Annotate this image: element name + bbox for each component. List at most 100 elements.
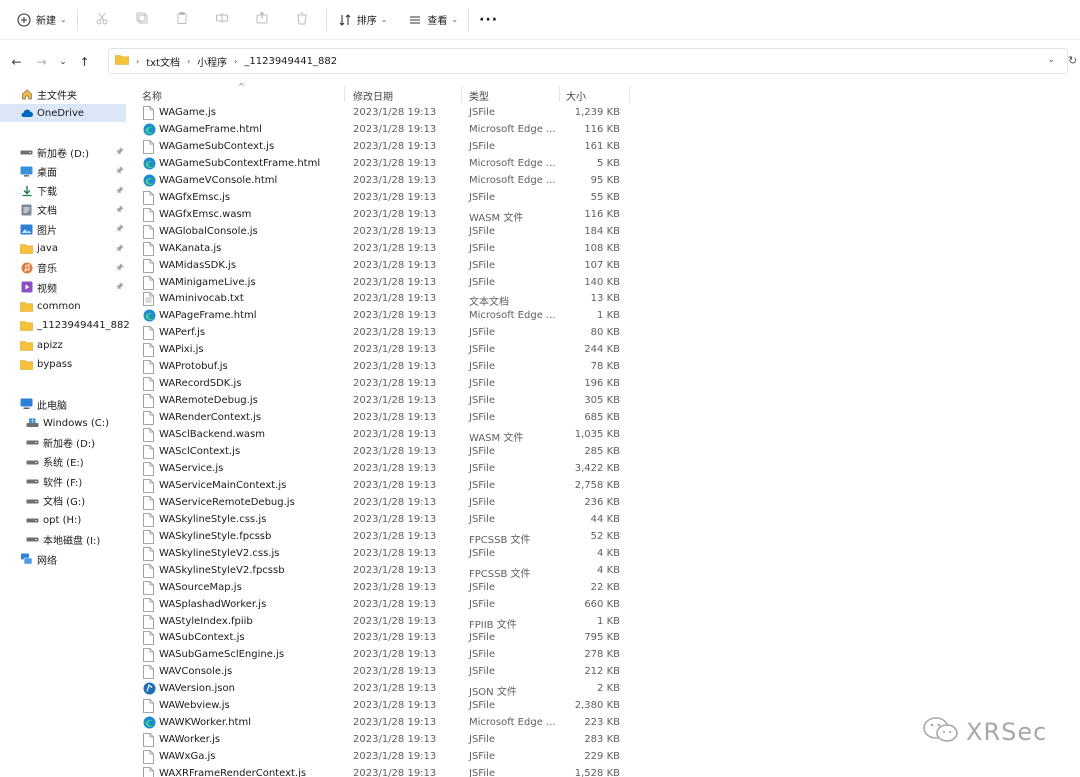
file-row[interactable]: WAServiceMainContext.js 2023/1/28 19:13 JS… — [132, 478, 632, 495]
view-button[interactable]: 查看 ⌄ — [401, 6, 464, 34]
sidebar-item[interactable]: 文档 📌 — [0, 201, 128, 219]
sidebar-item[interactable]: 下载 📌 — [0, 182, 128, 200]
file-row[interactable]: WASourceMap.js 2023/1/28 19:13 JSFile 22 KB — [132, 580, 632, 597]
file-row[interactable]: WAStyleIndex.fpiib 2023/1/28 19:13 FPIIB 文… — [132, 614, 632, 631]
breadcrumb-item[interactable]: 小程序 — [197, 54, 227, 69]
breadcrumb-item[interactable]: _1123949441_882 — [244, 56, 337, 67]
file-row[interactable]: WAWKWorker.html 2023/1/28 19:13 Microsoft … — [132, 715, 632, 732]
file-row[interactable]: WAGame.js 2023/1/28 19:13 JSFile 1,239 KB — [132, 105, 632, 122]
sidebar-item[interactable]: 系统 (E:) — [0, 453, 128, 471]
file-row[interactable]: WASkylineStyleV2.css.js 2023/1/28 19:13 JS… — [132, 546, 632, 563]
more-button[interactable]: ··· — [473, 6, 504, 34]
sidebar-item[interactable]: bypass — [0, 355, 128, 373]
up-button[interactable]: ↑ — [72, 50, 97, 74]
column-divider[interactable] — [461, 86, 462, 102]
paste-button[interactable] — [162, 6, 202, 34]
sidebar-item[interactable]: 图片 📌 — [0, 220, 128, 238]
file-row[interactable]: WAVConsole.js 2023/1/28 19:13 JSFile 212 KB — [132, 664, 632, 681]
file-row[interactable]: WAPageFrame.html 2023/1/28 19:13 Microsoft… — [132, 308, 632, 325]
sidebar-item[interactable]: 桌面 📌 — [0, 162, 128, 180]
file-row[interactable]: WAPixi.js 2023/1/28 19:13 JSFile 244 KB — [132, 342, 632, 359]
sidebar-item[interactable]: 软件 (F:) — [0, 472, 128, 490]
rename-button[interactable] — [202, 6, 242, 34]
file-row[interactable]: WAGfxEmsc.wasm 2023/1/28 19:13 WASM 文件 116 … — [132, 207, 632, 224]
delete-button[interactable] — [282, 6, 322, 34]
file-row[interactable]: WASkylineStyleV2.fpcssb 2023/1/28 19:13 FP… — [132, 563, 632, 580]
sidebar-item[interactable]: java 📌 — [0, 240, 128, 258]
sidebar-item[interactable]: opt (H:) — [0, 511, 128, 529]
file-modified-date: 2023/1/28 19:13 — [353, 429, 437, 441]
address-dropdown-icon[interactable]: ⌄ — [1047, 55, 1055, 65]
file-icon — [143, 699, 156, 714]
sidebar-item[interactable]: 新加卷 (D:) — [0, 433, 128, 451]
file-row[interactable]: WAMinigameLive.js 2023/1/28 19:13 JSFile 14… — [132, 275, 632, 292]
address-bar[interactable]: › txt文档 › 小程序 › _1123949441_882 ⌄ — [108, 48, 1068, 74]
column-header-type[interactable]: 类型 — [469, 88, 489, 103]
sidebar-item[interactable]: 视频 📌 — [0, 278, 128, 296]
recent-locations-button[interactable]: ⌄ — [54, 50, 72, 74]
sidebar-item[interactable]: 网络 — [0, 550, 128, 568]
file-row[interactable]: WAWxGa.js 2023/1/28 19:13 JSFile 229 KB — [132, 749, 632, 766]
file-row[interactable]: WARemoteDebug.js 2023/1/28 19:13 JSFile 305… — [132, 393, 632, 410]
file-row[interactable]: WAGlobalConsole.js 2023/1/28 19:13 JSFile 1… — [132, 224, 632, 241]
file-row[interactable]: WAGameVConsole.html 2023/1/28 19:13 Micros… — [132, 173, 632, 190]
file-size: 116 KB — [584, 208, 620, 220]
file-name: WASkylineStyleV2.fpcssb — [159, 564, 285, 576]
file-row[interactable]: WAGameSubContextFrame.html 2023/1/28 19:1… — [132, 156, 632, 173]
file-row[interactable]: WARecordSDK.js 2023/1/28 19:13 JSFile 196 K… — [132, 376, 632, 393]
file-row[interactable]: WASplashadWorker.js 2023/1/28 19:13 JSFile… — [132, 597, 632, 614]
refresh-icon[interactable]: ↻ — [1068, 54, 1077, 67]
sidebar-item[interactable]: OneDrive — [0, 104, 126, 122]
sidebar-item[interactable]: common — [0, 297, 128, 315]
file-row[interactable]: WASubGameSclEngine.js 2023/1/28 19:13 JSFi… — [132, 647, 632, 664]
file-row[interactable]: WAService.js 2023/1/28 19:13 JSFile 3,422 K… — [132, 461, 632, 478]
copy-button[interactable] — [122, 6, 162, 34]
cut-button[interactable] — [82, 6, 122, 34]
file-row[interactable]: WAKanata.js 2023/1/28 19:13 JSFile 108 KB — [132, 241, 632, 258]
pin-icon: 📌 — [115, 225, 124, 234]
file-row[interactable]: WAMidasSDK.js 2023/1/28 19:13 JSFile 107 KB — [132, 258, 632, 275]
file-row[interactable]: WAminivocab.txt 2023/1/28 19:13 文本文档 13 KB — [132, 291, 632, 308]
file-row[interactable]: WASubContext.js 2023/1/28 19:13 JSFile 795 … — [132, 630, 632, 647]
forward-button[interactable]: → — [29, 50, 54, 74]
file-row[interactable]: WAGfxEmsc.js 2023/1/28 19:13 JSFile 55 KB — [132, 190, 632, 207]
column-divider[interactable] — [629, 86, 630, 102]
file-row[interactable]: WAProtobuf.js 2023/1/28 19:13 JSFile 78 KB — [132, 359, 632, 376]
file-size: 196 KB — [584, 378, 620, 390]
file-row[interactable]: WAGameFrame.html 2023/1/28 19:13 Microsoft… — [132, 122, 632, 139]
sidebar-item[interactable]: 文档 (G:) — [0, 492, 128, 510]
sidebar-item[interactable]: 主文件夹 — [0, 85, 128, 103]
column-header-name[interactable]: 名称 — [142, 88, 162, 103]
file-row[interactable]: WASkylineStyle.fpcssb 2023/1/28 19:13 FPCS… — [132, 529, 632, 546]
new-button[interactable]: 新建 ⌄ — [10, 6, 73, 34]
back-button[interactable]: ← — [4, 50, 29, 74]
sidebar-item[interactable]: _1123949441_882 — [0, 317, 130, 335]
column-divider[interactable] — [344, 86, 345, 102]
sidebar-item[interactable]: Windows (C:) — [0, 414, 128, 432]
sidebar-item-label: 音乐 — [37, 264, 57, 276]
file-row[interactable]: WAWorker.js 2023/1/28 19:13 JSFile 283 KB — [132, 732, 632, 749]
file-icon — [143, 529, 156, 545]
sidebar-item[interactable]: 此电脑 — [0, 395, 128, 413]
file-row[interactable]: WASkylineStyle.css.js 2023/1/28 19:13 JSFi… — [132, 512, 632, 529]
file-row[interactable]: WASclBackend.wasm 2023/1/28 19:13 WASM 文件 1… — [132, 427, 632, 444]
file-row[interactable]: WAServiceRemoteDebug.js 2023/1/28 19:13 JS… — [132, 495, 632, 512]
share-button[interactable] — [242, 6, 282, 34]
sidebar-item[interactable]: 音乐 📌 — [0, 259, 128, 277]
sidebar-item[interactable]: 本地磁盘 (I:) — [0, 530, 128, 548]
column-header-size[interactable]: 大小 — [566, 88, 586, 103]
column-divider[interactable] — [559, 86, 560, 102]
file-row[interactable]: WASclContext.js 2023/1/28 19:13 JSFile 285 … — [132, 444, 632, 461]
sidebar-item[interactable]: 新加卷 (D:) 📌 — [0, 143, 128, 161]
file-row[interactable]: WAVersion.json 2023/1/28 19:13 JSON 文件 2 KB — [132, 681, 632, 698]
file-row[interactable]: WAXRFrameRenderContext.js 2023/1/28 19:13… — [132, 766, 632, 777]
file-row[interactable]: WAPerf.js 2023/1/28 19:13 JSFile 80 KB — [132, 325, 632, 342]
file-row[interactable]: WAGameSubContext.js 2023/1/28 19:13 JSFile… — [132, 139, 632, 156]
file-row[interactable]: WAWebview.js 2023/1/28 19:13 JSFile 2,380 K… — [132, 698, 632, 715]
column-header-date[interactable]: 修改日期 — [353, 88, 393, 103]
breadcrumb-item[interactable]: txt文档 — [146, 54, 180, 69]
sort-button[interactable]: 排序 ⌄ — [331, 6, 394, 34]
file-icon — [143, 750, 156, 765]
sidebar-item[interactable]: apizz — [0, 336, 128, 354]
file-row[interactable]: WARenderContext.js 2023/1/28 19:13 JSFile 6… — [132, 410, 632, 427]
